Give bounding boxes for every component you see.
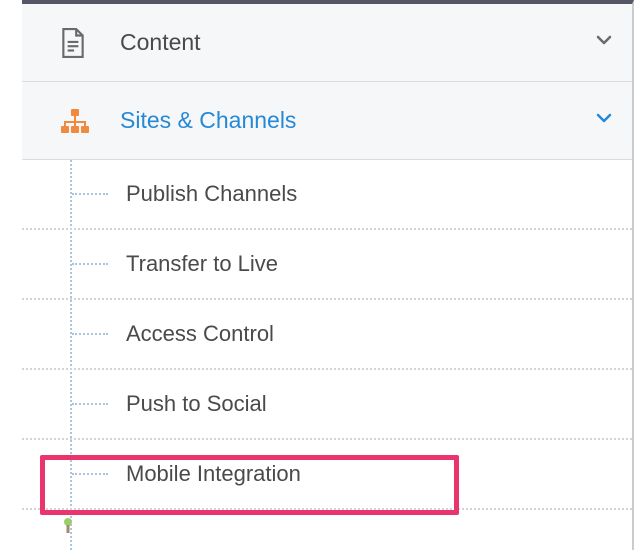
nav-item-content[interactable]: Content: [22, 4, 632, 82]
subnav-item-label: Access Control: [126, 321, 274, 347]
subnav-item-push-to-social[interactable]: Push to Social: [22, 370, 632, 440]
subnav-item-label: Push to Social: [126, 391, 267, 417]
subnav-item-label: Mobile Integration: [126, 461, 301, 487]
tree-connector: [72, 263, 108, 265]
nav-item-label: Sites & Channels: [120, 107, 594, 134]
subnav-item-publish-channels[interactable]: Publish Channels: [22, 160, 632, 230]
subnav-item-label: Transfer to Live: [126, 251, 278, 277]
chevron-down-icon: [594, 108, 614, 133]
chevron-down-icon: [594, 30, 614, 55]
tree-connector: [72, 333, 108, 335]
sitemap-icon: [60, 108, 94, 134]
subnav-item-label: Publish Channels: [126, 181, 297, 207]
tree-connector: [72, 473, 108, 475]
subnav-item-transfer-to-live[interactable]: Transfer to Live: [22, 230, 632, 300]
subnav-sites-channels: Publish Channels Transfer to Live Access…: [22, 160, 632, 550]
subnav-item-mobile-integration[interactable]: Mobile Integration: [22, 440, 632, 510]
subnav-item-access-control[interactable]: Access Control: [22, 300, 632, 370]
tree-connector: [72, 193, 108, 195]
nav-item-label: Content: [120, 29, 594, 56]
tree-connector: [72, 403, 108, 405]
nav-item-sites-channels[interactable]: Sites & Channels: [22, 82, 632, 160]
tree-end: [22, 510, 632, 550]
document-icon: [60, 28, 94, 58]
